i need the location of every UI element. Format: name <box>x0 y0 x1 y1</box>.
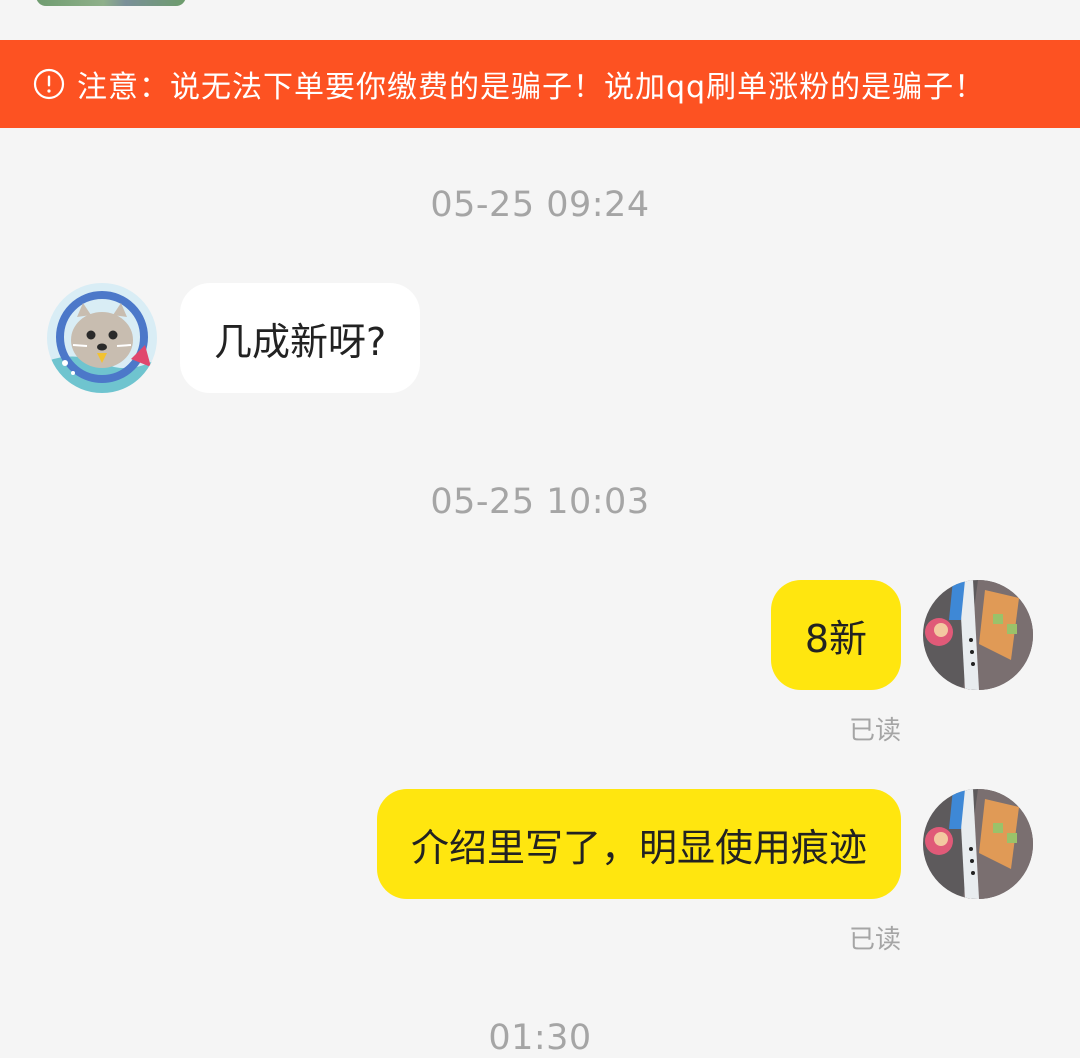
message-text: 8新 <box>804 616 867 661</box>
message-timestamp: 05-25 09:24 <box>430 185 650 225</box>
product-header-strip[interactable] <box>0 0 1080 40</box>
message-text: 介绍里写了，明显使用痕迹 <box>410 825 867 870</box>
message-timestamp: 05-25 10:03 <box>430 482 650 522</box>
warning-banner: 注意：说无法下单要你缴费的是骗子！说加qq刷单涨粉的是骗子！ <box>0 40 1080 128</box>
other-user-avatar[interactable] <box>47 283 157 393</box>
my-avatar[interactable] <box>923 789 1033 899</box>
product-photo-avatar-icon <box>923 789 1033 899</box>
message-timestamp: 01:30 <box>488 1018 592 1058</box>
outgoing-message-bubble[interactable]: 8新 <box>770 580 901 690</box>
read-status: 已读 <box>848 716 901 746</box>
warning-text: 注意：说无法下单要你缴费的是骗子！说加qq刷单涨粉的是骗子！ <box>77 70 986 105</box>
product-thumbnail[interactable] <box>36 0 186 6</box>
my-avatar[interactable] <box>923 580 1033 690</box>
alert-circle-icon <box>33 68 65 100</box>
read-status: 已读 <box>848 925 901 955</box>
incoming-message-bubble[interactable]: 几成新呀? <box>180 283 421 393</box>
message-text: 几成新呀? <box>214 319 387 364</box>
seal-astronaut-icon <box>47 283 157 393</box>
product-photo-avatar-icon <box>923 580 1033 690</box>
outgoing-message-bubble[interactable]: 介绍里写了，明显使用痕迹 <box>376 789 901 899</box>
